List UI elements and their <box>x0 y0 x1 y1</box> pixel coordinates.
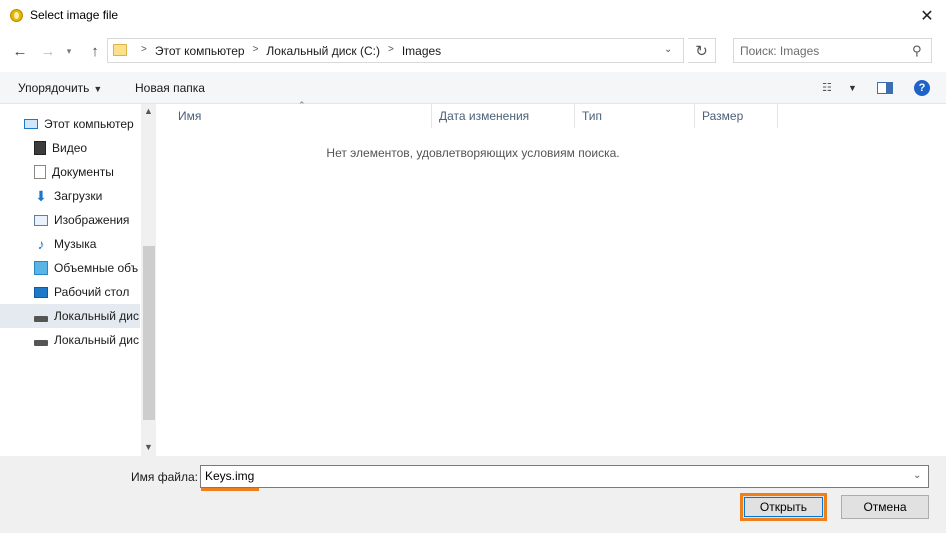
empty-message: Нет элементов, удовлетворяющих условиям … <box>326 146 620 160</box>
breadcrumb-item-images[interactable]: Images <box>402 44 441 58</box>
nav-item-label: Рабочий стол <box>54 285 130 299</box>
scroll-down-icon[interactable]: ▼ <box>144 442 153 452</box>
documents-icon <box>34 165 46 179</box>
nav-item-music[interactable]: ♪ Музыка <box>0 232 140 256</box>
column-header-date[interactable]: Дата изменения <box>431 104 575 128</box>
scroll-thumb[interactable] <box>143 246 155 420</box>
video-icon <box>34 141 46 155</box>
navigation-pane: Этот компьютер Видео Документы ⬇ Загрузк… <box>0 104 157 456</box>
nav-item-3d-objects[interactable]: Объемные объ <box>0 256 140 280</box>
breadcrumb-item-this-pc[interactable]: Этот компьютер <box>155 44 245 58</box>
nav-item-label: Локальный дис <box>54 309 139 323</box>
column-header-size[interactable]: Размер <box>694 104 778 128</box>
organize-button[interactable]: Упорядочить ▼ <box>18 81 102 95</box>
column-header-label: Тип <box>582 109 603 123</box>
preview-pane-icon[interactable] <box>877 82 893 94</box>
nav-item-label: Документы <box>52 165 114 179</box>
chevron-right-icon: > <box>252 44 259 55</box>
3d-objects-icon <box>34 261 48 275</box>
recent-locations-button[interactable]: ▾ <box>61 40 77 62</box>
close-icon: ✕ <box>920 7 934 25</box>
column-header-label: Дата изменения <box>439 109 530 123</box>
file-list: Имя ⌃ Дата изменения Тип Размер Нет элем… <box>160 100 946 456</box>
close-button[interactable]: ✕ <box>910 1 944 30</box>
column-header-label: Имя <box>178 109 202 123</box>
forward-arrow-icon: → <box>40 42 56 60</box>
back-button[interactable]: ← <box>9 40 31 62</box>
pictures-icon <box>34 214 48 226</box>
nav-item-label: Музыка <box>54 237 97 251</box>
music-icon: ♪ <box>37 236 45 252</box>
column-header-label: Размер <box>702 109 744 123</box>
up-arrow-icon: ↑ <box>91 42 99 60</box>
search-input[interactable] <box>740 44 900 58</box>
nav-item-label: Видео <box>52 141 88 155</box>
chevron-down-icon: ▼ <box>93 84 103 94</box>
filename-label: Имя файла: <box>131 470 198 484</box>
scroll-up-icon[interactable]: ▲ <box>144 106 153 116</box>
nav-item-local-disk-c[interactable]: Локальный дис <box>0 304 140 328</box>
title-bar: Select image file ✕ <box>0 0 946 31</box>
back-arrow-icon: ← <box>12 42 28 60</box>
nav-item-video[interactable]: Видео <box>0 136 140 160</box>
command-bar: Упорядочить ▼ Новая папка ☷ ▼ ? <box>0 72 946 104</box>
window-title: Select image file <box>30 8 119 22</box>
nav-item-label: Объемные объ <box>54 261 139 275</box>
nav-item-label: Загрузки <box>54 189 103 203</box>
local-disk-icon <box>34 316 48 322</box>
focus-ring <box>744 497 823 517</box>
organize-label: Упорядочить <box>18 81 90 95</box>
chevron-right-icon: > <box>387 44 394 55</box>
breadcrumb-item-local-disk[interactable]: Локальный диск (C:) <box>266 44 380 58</box>
nav-scrollbar[interactable]: ▲ ▼ <box>141 104 156 456</box>
nav-item-label: Локальный дис <box>54 333 139 347</box>
new-folder-button[interactable]: Новая папка <box>135 81 205 95</box>
chevron-down-icon[interactable]: ▼ <box>848 83 857 93</box>
nav-item-label: Этот компьютер <box>44 117 134 131</box>
highlight-underline <box>201 488 259 491</box>
search-icon: ⚲ <box>912 43 922 58</box>
computer-icon <box>24 119 38 129</box>
chevron-right-icon: > <box>141 44 147 55</box>
nav-item-documents[interactable]: Документы <box>0 160 140 184</box>
filename-combobox[interactable]: ⌄ <box>200 465 929 488</box>
sort-ascending-icon: ⌃ <box>298 100 306 110</box>
chevron-down-icon: ▾ <box>66 45 72 56</box>
view-options-icon[interactable]: ☷ <box>822 81 832 94</box>
refresh-icon: ↻ <box>695 42 708 60</box>
up-button[interactable]: ↑ <box>84 40 106 62</box>
nav-item-this-pc[interactable]: Этот компьютер <box>0 112 140 136</box>
column-header-type[interactable]: Тип <box>574 104 695 128</box>
refresh-button[interactable]: ↻ <box>688 38 716 63</box>
folder-icon <box>113 44 127 56</box>
nav-item-local-disk-2[interactable]: Локальный дис <box>0 328 140 352</box>
search-box[interactable]: ⚲ <box>733 38 932 63</box>
forward-button[interactable]: → <box>37 40 59 62</box>
nav-item-label: Изображения <box>54 213 130 227</box>
open-button[interactable]: Открыть <box>740 493 827 521</box>
address-dropdown-icon[interactable]: ⌄ <box>664 44 672 55</box>
help-button[interactable]: ? <box>914 80 930 96</box>
desktop-icon <box>34 286 48 298</box>
nav-item-downloads[interactable]: ⬇ Загрузки <box>0 184 140 208</box>
cancel-button[interactable]: Отмена <box>841 495 929 519</box>
nav-item-pictures[interactable]: Изображения <box>0 208 140 232</box>
address-bar[interactable]: > Этот компьютер > Локальный диск (C:) >… <box>107 38 684 63</box>
app-icon <box>10 9 23 22</box>
local-disk-icon <box>34 340 48 346</box>
filename-input[interactable] <box>205 469 895 483</box>
chevron-down-icon[interactable]: ⌄ <box>913 470 921 481</box>
downloads-icon: ⬇ <box>35 188 47 204</box>
breadcrumb: > Этот компьютер > Локальный диск (C:) >… <box>133 44 441 58</box>
nav-item-desktop[interactable]: Рабочий стол <box>0 280 140 304</box>
